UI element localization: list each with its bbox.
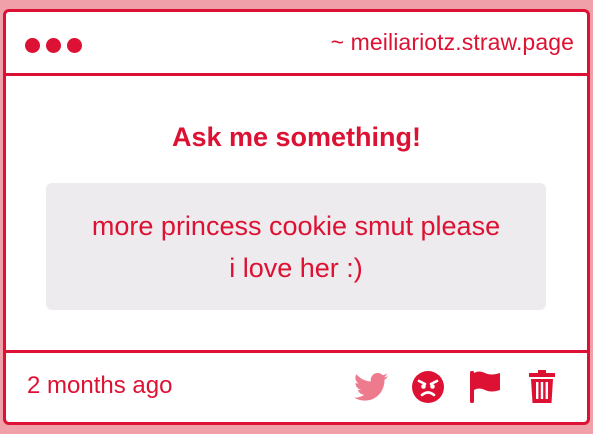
question-text-line: i love her :) xyxy=(229,252,363,283)
question-text-line: more princess cookie smut please xyxy=(91,210,501,241)
window-dot xyxy=(67,38,82,53)
card-footer: 2 months ago xyxy=(6,353,587,422)
page-title: Ask me something! xyxy=(171,122,422,152)
window-dot xyxy=(25,38,40,53)
angry-face-icon xyxy=(411,370,444,403)
flag-icon xyxy=(469,370,500,403)
delete-button[interactable] xyxy=(524,369,559,404)
twitter-icon xyxy=(353,372,388,401)
trash-icon xyxy=(528,369,555,403)
twitter-share-button[interactable] xyxy=(353,369,388,404)
question-card: ~ meiliariotz.straw.page Ask me somethin… xyxy=(3,9,590,425)
timestamp: 2 months ago xyxy=(27,372,173,399)
card-body: Ask me something! more princess cookie s… xyxy=(6,76,587,353)
report-abuse-button[interactable] xyxy=(410,369,445,404)
window-dot xyxy=(46,38,61,53)
site-url[interactable]: ~ meiliariotz.straw.page xyxy=(331,29,574,56)
action-icons xyxy=(353,369,559,404)
flag-button[interactable] xyxy=(467,369,502,404)
question-box: more princess cookie smut please i love … xyxy=(46,183,546,310)
window-dots xyxy=(25,38,82,53)
card-header: ~ meiliariotz.straw.page xyxy=(6,12,587,76)
